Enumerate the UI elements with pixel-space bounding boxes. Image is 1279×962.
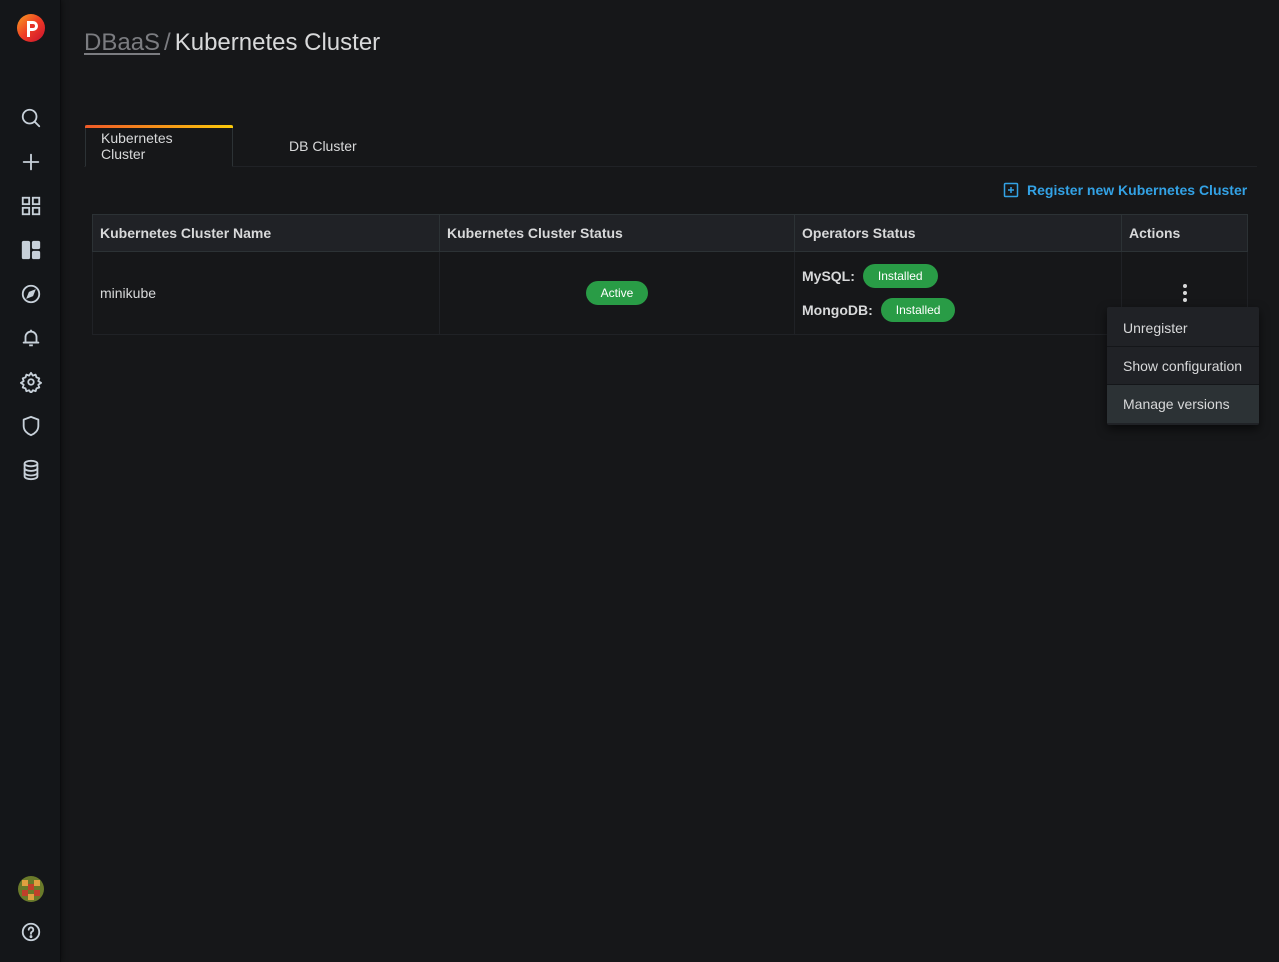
menu-item-show-configuration[interactable]: Show configuration <box>1107 347 1259 385</box>
settings-icon[interactable] <box>18 369 44 395</box>
register-cluster-button[interactable]: Register new Kubernetes Cluster <box>1003 182 1247 198</box>
column-header-operators: Operators Status <box>794 214 1122 252</box>
page-title: Kubernetes Cluster <box>174 29 381 56</box>
cluster-status-cell: Active <box>439 251 795 335</box>
pmm-logo-icon[interactable] <box>16 13 46 45</box>
column-header-actions: Actions <box>1121 214 1248 252</box>
alerting-icon[interactable] <box>18 325 44 351</box>
tab-kubernetes-cluster[interactable]: Kubernetes Cluster <box>85 125 233 167</box>
operator-label: MySQL: <box>802 268 855 284</box>
table-row: minikube Active MySQL: Installed MongoDB… <box>92 251 1248 335</box>
breadcrumb-separator: / <box>164 29 171 56</box>
actions-dropdown-menu: Unregister Show configuration Manage ver… <box>1107 307 1259 425</box>
status-badge: Active <box>585 281 649 305</box>
operator-status-badge: Installed <box>880 298 956 322</box>
operator-row-mysql: MySQL: Installed <box>802 259 1114 293</box>
database-icon[interactable] <box>18 457 44 483</box>
main-content: DBaaS / Kubernetes Cluster Kubernetes Clus… <box>61 0 1279 962</box>
operator-row-mongodb: MongoDB: Installed <box>802 293 1114 327</box>
breadcrumb: DBaaS / Kubernetes Cluster <box>84 29 380 57</box>
operators-status-cell: MySQL: Installed MongoDB: Installed <box>794 251 1122 335</box>
register-cluster-label: Register new Kubernetes Cluster <box>1027 182 1248 198</box>
search-icon[interactable] <box>18 105 44 131</box>
breadcrumb-parent-link[interactable]: DBaaS <box>84 29 160 56</box>
menu-item-manage-versions[interactable]: Manage versions <box>1107 385 1259 423</box>
avatar[interactable] <box>18 876 44 902</box>
panels-icon[interactable] <box>18 237 44 263</box>
cluster-name-cell: minikube <box>92 251 440 335</box>
help-icon[interactable] <box>18 919 44 945</box>
add-box-icon <box>1003 182 1019 198</box>
shield-icon[interactable] <box>18 413 44 439</box>
sidebar <box>0 0 61 962</box>
menu-item-unregister[interactable]: Unregister <box>1107 309 1259 347</box>
operator-label: MongoDB: <box>802 302 873 318</box>
plus-icon[interactable] <box>18 149 44 175</box>
dashboards-icon[interactable] <box>18 193 44 219</box>
clusters-table: Kubernetes Cluster Name Kubernetes Clust… <box>92 214 1248 335</box>
operator-status-badge: Installed <box>862 264 938 288</box>
column-header-status: Kubernetes Cluster Status <box>439 214 795 252</box>
explore-icon[interactable] <box>18 281 44 307</box>
tab-db-cluster[interactable]: DB Cluster <box>274 125 372 167</box>
column-header-name: Kubernetes Cluster Name <box>92 214 440 252</box>
table-header-row: Kubernetes Cluster Name Kubernetes Clust… <box>92 214 1248 252</box>
more-actions-icon[interactable] <box>1173 281 1197 305</box>
tab-bar: Kubernetes Cluster DB Cluster <box>84 125 1257 167</box>
